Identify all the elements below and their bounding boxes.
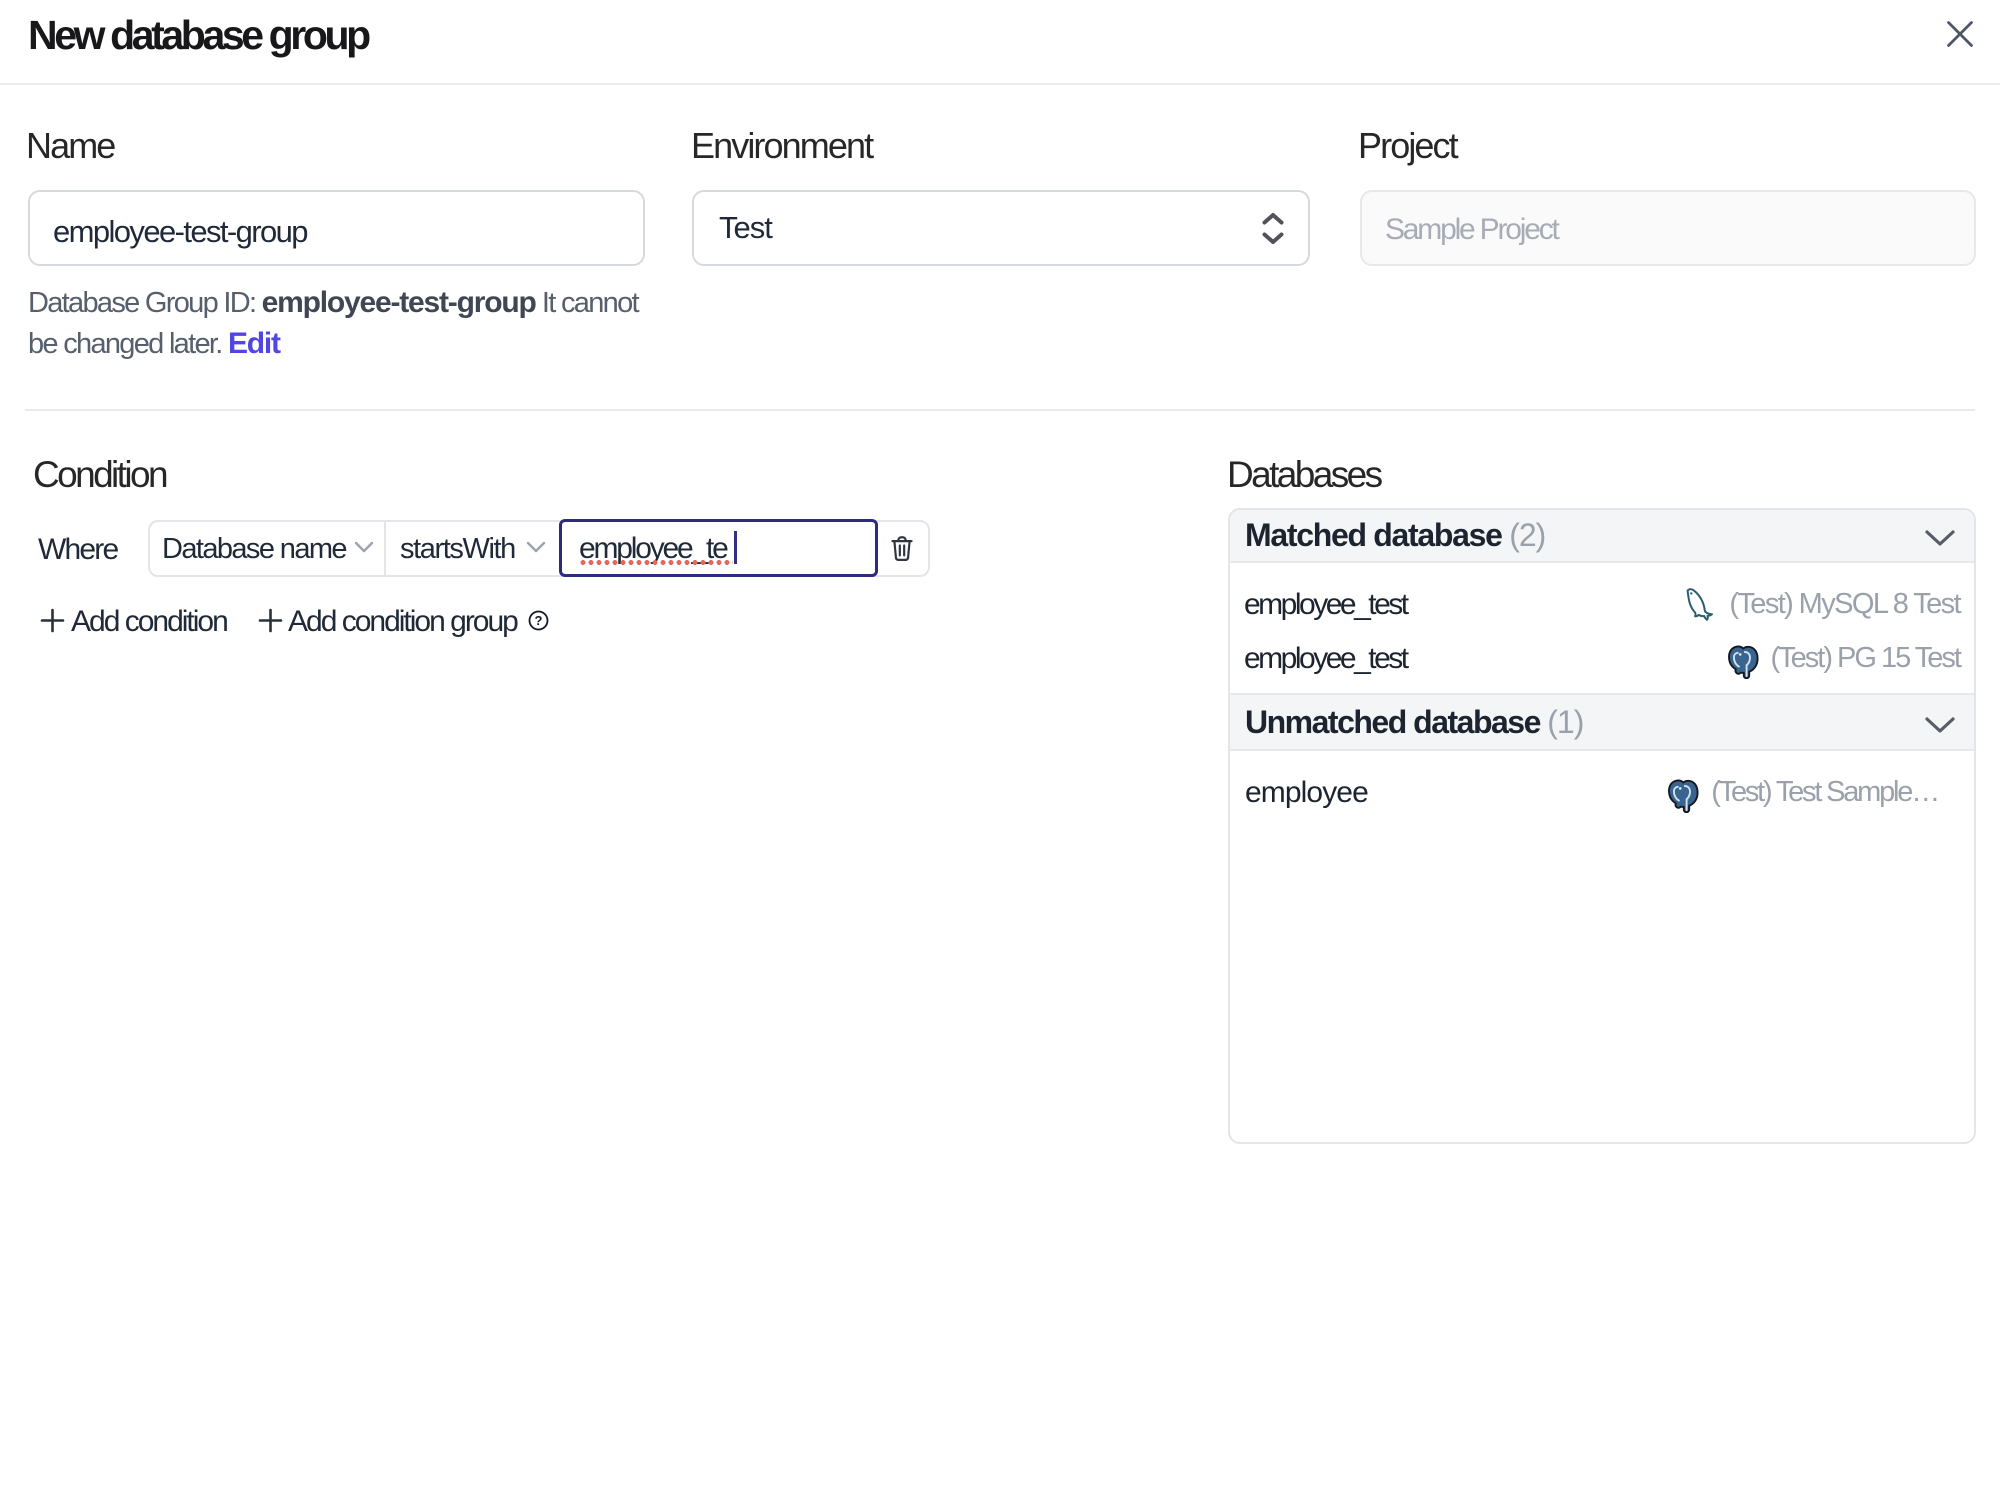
svg-text:?: ? — [535, 613, 543, 628]
